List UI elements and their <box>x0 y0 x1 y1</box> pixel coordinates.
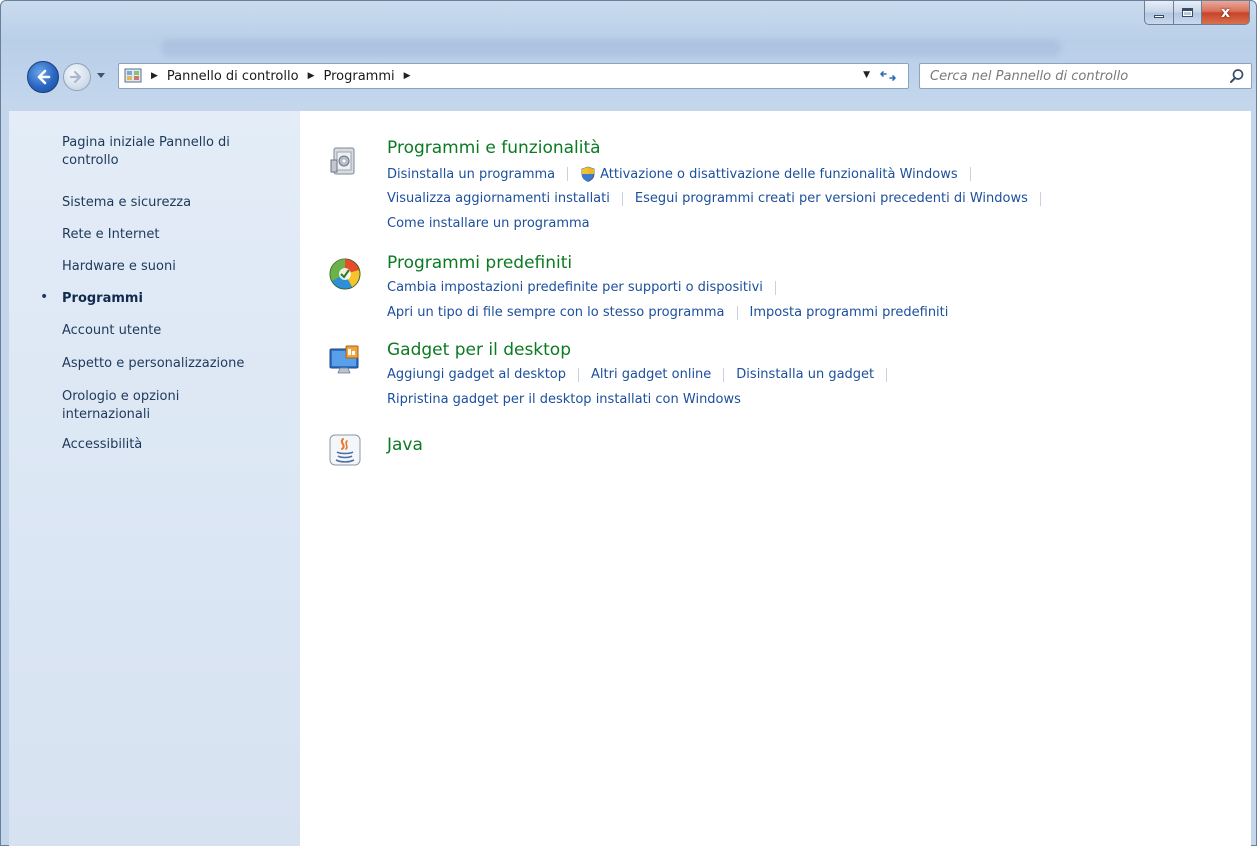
link-row: Cambia impostazioni predefinite per supp… <box>387 280 788 295</box>
navigation-bar: ▶ Pannello di controllo ▶ Programmi ▶ ▼ <box>1 59 1256 95</box>
how-to-install-program-link[interactable]: Come installare un programma <box>387 216 590 231</box>
link-separator <box>736 305 738 320</box>
breadcrumb-control-panel[interactable]: Pannello di controllo <box>167 69 299 84</box>
sidebar-item-clock-region[interactable]: Orologio e opzioni internazionali <box>62 388 222 424</box>
category-title-programs-features[interactable]: Programmi e funzionalità <box>387 138 601 158</box>
link-separator <box>774 280 776 295</box>
link-row: Aggiungi gadget al desktop Altri gadget … <box>387 367 899 382</box>
title-bar: x <box>1 1 1256 57</box>
breadcrumb-programs[interactable]: Programmi <box>323 69 394 84</box>
breadcrumb-separator-icon[interactable]: ▶ <box>308 71 315 81</box>
link-separator <box>1039 191 1041 206</box>
chevron-down-icon <box>97 73 105 78</box>
active-item-bullet: • <box>40 289 49 305</box>
sidebar-item-user-accounts[interactable]: Account utente <box>62 322 161 340</box>
main-content: Programmi e funzionalità Disinstalla un … <box>300 111 1251 846</box>
minimize-icon <box>1154 14 1164 18</box>
programs-features-icon[interactable] <box>328 144 362 178</box>
link-separator <box>621 191 623 206</box>
category-title-java[interactable]: Java <box>387 435 423 455</box>
link-separator <box>886 367 888 382</box>
caption-buttons: x <box>1144 1 1250 25</box>
search-box <box>919 63 1252 89</box>
add-gadgets-link[interactable]: Aggiungi gadget al desktop <box>387 367 566 382</box>
windows-features-link[interactable]: Attivazione o disattivazione delle funzi… <box>600 167 958 182</box>
back-button[interactable] <box>27 61 59 93</box>
breadcrumb: ▶ Pannello di controllo ▶ Programmi ▶ <box>151 64 420 88</box>
breadcrumb-separator-icon[interactable]: ▶ <box>151 71 158 81</box>
back-arrow-icon <box>37 69 51 85</box>
sidebar-item-network-internet[interactable]: Rete e Internet <box>62 226 159 244</box>
link-row: Come installare un programma <box>387 216 590 231</box>
refresh-button[interactable] <box>878 67 898 85</box>
minimize-button[interactable] <box>1144 1 1174 25</box>
more-gadgets-online-link[interactable]: Altri gadget online <box>591 367 711 382</box>
link-row: Ripristina gadget per il desktop install… <box>387 392 741 407</box>
forward-button[interactable] <box>63 63 91 91</box>
uninstall-gadget-link[interactable]: Disinstalla un gadget <box>736 367 874 382</box>
java-icon[interactable] <box>328 433 362 467</box>
sidebar-item-system-security[interactable]: Sistema e sicurezza <box>62 194 191 212</box>
breadcrumb-separator-icon[interactable]: ▶ <box>404 71 411 81</box>
link-separator <box>567 167 569 181</box>
forward-arrow-icon <box>69 70 82 84</box>
search-input[interactable] <box>920 64 1220 88</box>
default-programs-icon[interactable] <box>328 257 362 291</box>
maximize-button[interactable] <box>1174 1 1202 25</box>
sidebar-item-hardware-sound[interactable]: Hardware e suoni <box>62 258 176 276</box>
link-row: Apri un tipo di file sempre con lo stess… <box>387 305 948 320</box>
desktop-gadgets-icon[interactable] <box>328 344 362 378</box>
sidebar-item-control-panel-home[interactable]: Pagina iniziale Pannello di controllo <box>62 134 262 170</box>
category-title-default-programs[interactable]: Programmi predefiniti <box>387 253 572 273</box>
search-icon[interactable] <box>1229 68 1245 84</box>
link-row: Disinstalla un programma Attivazione o d… <box>387 166 983 182</box>
close-icon: x <box>1220 4 1231 21</box>
address-dropdown-icon[interactable]: ▼ <box>863 70 870 80</box>
set-default-programs-link[interactable]: Imposta programmi predefiniti <box>750 305 949 320</box>
recent-pages-button[interactable] <box>94 69 108 83</box>
control-panel-icon <box>124 68 142 83</box>
sidebar-item-accessibility[interactable]: Accessibilità <box>62 436 142 454</box>
view-installed-updates-link[interactable]: Visualizza aggiornamenti installati <box>387 191 610 206</box>
restore-gadgets-link[interactable]: Ripristina gadget per il desktop install… <box>387 392 741 407</box>
link-row: Visualizza aggiornamenti installati Eseg… <box>387 191 1053 206</box>
link-separator <box>723 367 725 382</box>
title-bar-glass <box>161 39 1061 57</box>
maximize-icon <box>1182 8 1193 17</box>
refresh-icon <box>880 71 896 81</box>
explorer-window: x ▶ Pannello di controllo ▶ Programmi ▶ … <box>0 0 1257 846</box>
sidebar-item-programs[interactable]: Programmi <box>62 290 143 308</box>
category-title-desktop-gadgets[interactable]: Gadget per il desktop <box>387 340 571 360</box>
link-separator <box>578 367 579 382</box>
change-autoplay-settings-link[interactable]: Cambia impostazioni predefinite per supp… <box>387 280 763 295</box>
sidebar-item-appearance[interactable]: Aspetto e personalizzazione <box>62 355 244 373</box>
run-older-programs-link[interactable]: Esegui programmi creati per versioni pre… <box>635 191 1028 206</box>
open-file-type-link[interactable]: Apri un tipo di file sempre con lo stess… <box>387 305 725 320</box>
address-bar[interactable]: ▶ Pannello di controllo ▶ Programmi ▶ ▼ <box>118 63 909 89</box>
link-separator <box>969 167 971 181</box>
uninstall-program-link[interactable]: Disinstalla un programma <box>387 167 555 182</box>
sidebar: Pagina iniziale Pannello di controllo Si… <box>9 111 300 846</box>
uac-shield-icon <box>581 166 595 182</box>
close-button[interactable]: x <box>1202 1 1250 25</box>
